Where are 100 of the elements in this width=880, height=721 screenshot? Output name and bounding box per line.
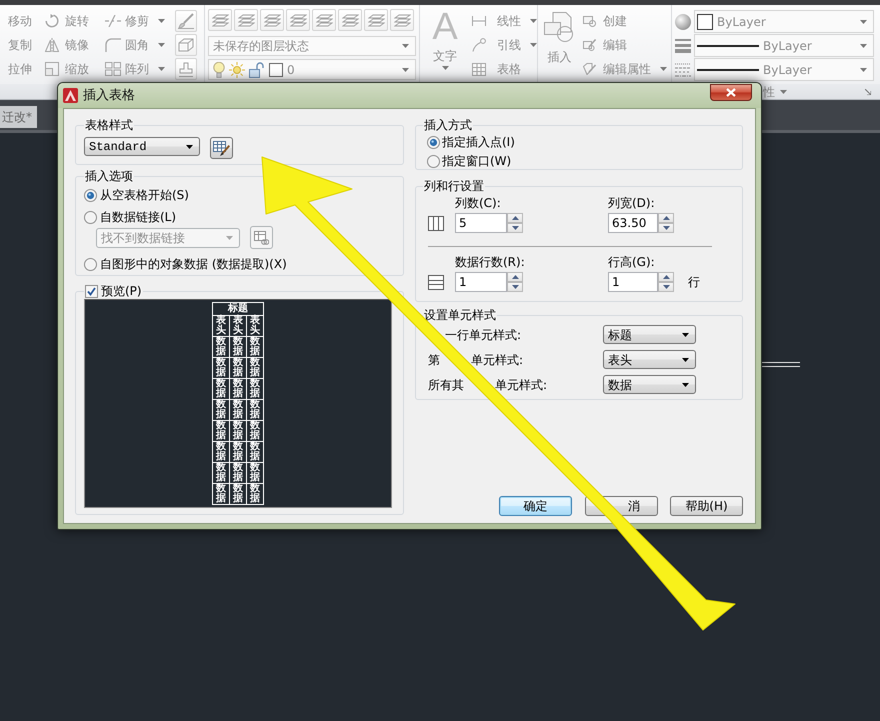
number-field[interactable]: 1 <box>608 272 658 292</box>
ribbon-button[interactable]: 修剪 <box>105 14 165 28</box>
checkbox-label[interactable]: 预览(P) <box>101 284 142 298</box>
ribbon-button[interactable]: 镜像 <box>45 38 89 52</box>
unit-label: 行 <box>688 275 701 289</box>
ribbon-button[interactable]: 移动 <box>8 14 32 28</box>
layers-icon <box>290 13 306 27</box>
layers-icon <box>368 13 384 27</box>
grid-icon <box>105 62 121 76</box>
linetype-icon <box>675 62 691 76</box>
layer-tool-button[interactable] <box>312 9 336 31</box>
checkbox[interactable] <box>85 284 98 298</box>
ribbon-button[interactable]: 创建 <box>583 14 627 28</box>
ribbon-button[interactable]: 编辑属性 <box>583 62 667 76</box>
caret-icon <box>226 236 233 240</box>
number-field[interactable]: 63.50 <box>608 213 658 233</box>
small-tool-button[interactable] <box>175 10 197 32</box>
up-caret-icon <box>512 275 518 279</box>
radio-label[interactable]: 自数据链接(L) <box>100 210 176 224</box>
block-icon <box>583 16 596 26</box>
layers-icon <box>342 13 358 27</box>
insert-block-icon <box>544 12 576 42</box>
radio-label[interactable]: 指定插入点(I) <box>442 135 515 149</box>
layer-tool-button[interactable] <box>286 9 310 31</box>
layer-dropdown[interactable]: 0 <box>208 59 416 80</box>
property-dropdown[interactable]: ByLayer <box>694 34 874 57</box>
group-title: 插入方式 <box>423 118 473 132</box>
small-tool-button[interactable] <box>175 58 197 80</box>
caret-icon <box>442 66 448 70</box>
down-caret-icon <box>512 285 518 289</box>
spin-down-button[interactable] <box>507 223 523 233</box>
layers-icon <box>212 13 228 27</box>
table-style-button[interactable] <box>210 137 233 159</box>
layer-tool-button[interactable] <box>234 9 258 31</box>
radio-button[interactable] <box>84 258 97 270</box>
spin-up-button[interactable] <box>507 213 523 223</box>
layers-icon <box>264 13 280 27</box>
spin-up-button[interactable] <box>507 272 523 282</box>
ribbon-button[interactable]: 拉伸 <box>8 62 32 76</box>
radio-label[interactable]: 自图形中的对象数据 (数据提取)(X) <box>100 257 287 271</box>
ribbon-button[interactable]: 阵列 <box>105 62 165 76</box>
radio-button[interactable] <box>427 154 440 168</box>
number-field[interactable]: 1 <box>455 272 507 292</box>
spin-down-button[interactable] <box>507 282 523 292</box>
radio-button[interactable] <box>84 210 97 224</box>
style-label: 一行单元样式: <box>445 328 522 342</box>
cell-style-dropdown[interactable]: 表头 <box>603 350 696 369</box>
ribbon-button[interactable]: 线性 <box>472 14 537 28</box>
box-icon <box>178 38 194 52</box>
spin-down-button[interactable] <box>658 223 674 233</box>
radio-button[interactable] <box>427 136 440 148</box>
preview-header-cell: 表头 <box>230 316 247 337</box>
cell-style-dropdown[interactable]: 标题 <box>603 325 696 344</box>
dialog-button[interactable]: 确定 <box>499 496 572 516</box>
brush-icon <box>178 13 194 29</box>
line-sample-icon <box>697 68 759 70</box>
ribbon-button[interactable]: 表格 <box>472 62 521 76</box>
caret-icon <box>860 68 867 72</box>
stamp-icon <box>178 62 194 76</box>
group-title: 设置单元样式 <box>423 308 497 322</box>
table-style-dropdown[interactable]: Standard <box>84 137 200 156</box>
layers-icon <box>316 13 332 27</box>
dialog-button[interactable]: 帮助(H) <box>670 496 743 516</box>
close-icon <box>726 88 736 97</box>
spin-down-button[interactable] <box>658 282 674 292</box>
ribbon-button[interactable]: 编辑 <box>583 38 627 52</box>
layer-tool-button[interactable] <box>260 9 284 31</box>
layer-tool-button[interactable] <box>338 9 362 31</box>
layer-state-dropdown[interactable]: 未保存的图层状态 <box>208 36 416 56</box>
data-link-button[interactable] <box>250 226 273 249</box>
property-dropdown[interactable]: ByLayer <box>694 58 874 81</box>
document-tab[interactable]: 迁改* <box>0 106 37 128</box>
trim-icon <box>105 15 121 27</box>
spin-up-button[interactable] <box>658 213 674 223</box>
radio-label[interactable]: 指定窗口(W) <box>442 154 512 168</box>
layer-tool-button[interactable] <box>390 9 414 31</box>
radio-button[interactable] <box>84 188 97 202</box>
layer-tool-button[interactable] <box>208 9 232 31</box>
field-label: 列数(C): <box>455 196 502 210</box>
up-caret-icon <box>662 216 670 220</box>
cell-style-dropdown[interactable]: 数据 <box>603 375 696 394</box>
lineweight-icon <box>675 38 691 52</box>
caret-icon <box>860 44 867 48</box>
spin-up-button[interactable] <box>658 272 674 282</box>
field-label: 数据行数(R): <box>455 255 526 269</box>
ribbon-button[interactable]: 缩放 <box>45 62 89 76</box>
number-field[interactable]: 5 <box>455 213 507 233</box>
layer-tool-button[interactable] <box>364 9 388 31</box>
ribbon-button[interactable]: 复制 <box>8 38 32 52</box>
text-button[interactable]: A 文字 <box>425 9 465 77</box>
app-logo-icon <box>63 88 78 103</box>
property-dropdown[interactable]: ByLayer <box>694 10 874 33</box>
dialog-title: 插入表格 <box>83 88 135 102</box>
ribbon-button[interactable]: 圆角 <box>105 38 165 52</box>
small-tool-button[interactable] <box>175 34 197 56</box>
close-button[interactable] <box>710 84 752 101</box>
ribbon-button[interactable]: 旋转 <box>45 14 89 28</box>
ribbon-button[interactable]: 引线 <box>472 38 537 52</box>
insert-button[interactable]: 插入 <box>543 9 576 77</box>
radio-label[interactable]: 从空表格开始(S) <box>100 188 189 202</box>
